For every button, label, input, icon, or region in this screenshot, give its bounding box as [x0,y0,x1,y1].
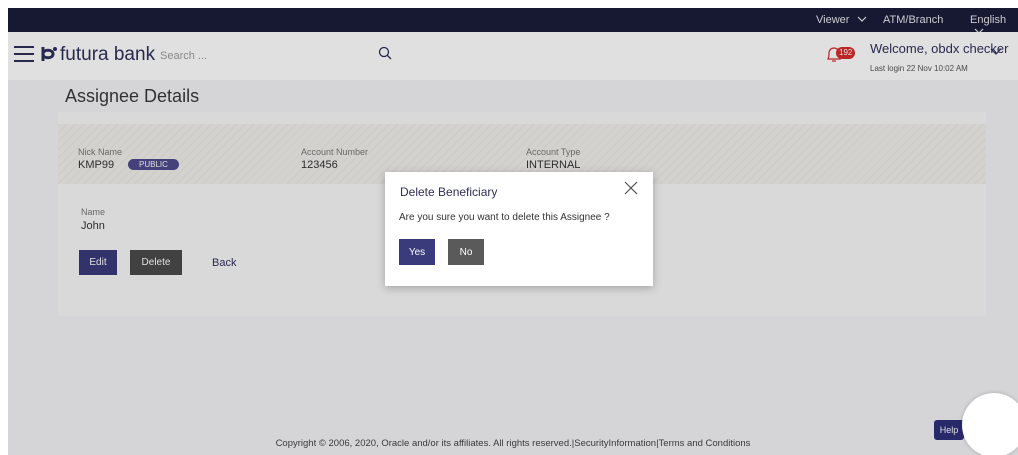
delete-beneficiary-dialog: Delete Beneficiary Are you sure you want… [385,172,653,286]
close-icon[interactable] [623,180,639,196]
dialog-title: Delete Beneficiary [400,185,498,199]
no-button[interactable]: No [448,239,484,265]
help-launcher[interactable] [962,393,1018,455]
dialog-message: Are you sure you want to delete this Ass… [399,212,610,223]
yes-button[interactable]: Yes [399,239,435,265]
app-frame: Viewer ATM/Branch English futura bank Se… [8,8,1018,455]
